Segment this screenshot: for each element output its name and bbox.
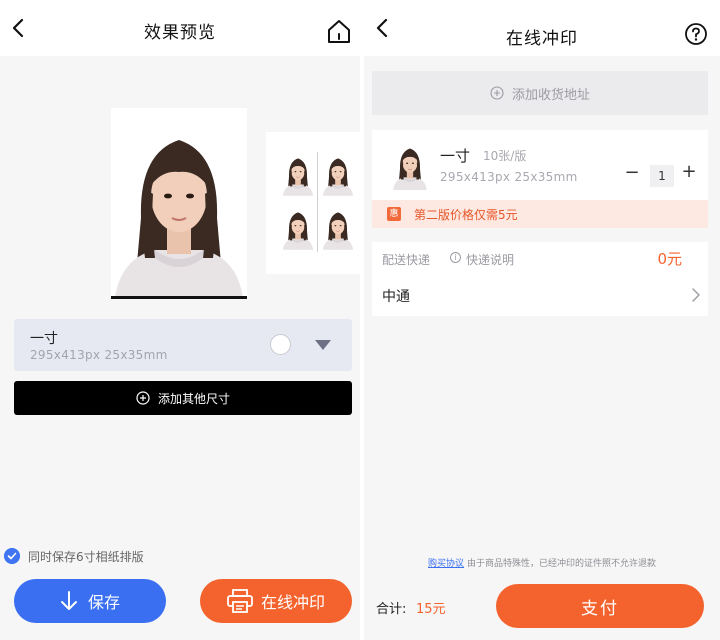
pay-button[interactable]: 支付 — [496, 584, 704, 628]
sheets-per-print: 10张/版 — [483, 149, 527, 163]
purchase-agreement-link[interactable]: 购买协议 — [428, 559, 464, 569]
promo-text: 第二版价格仅需5元 — [414, 208, 518, 222]
chevron-right-icon[interactable] — [692, 288, 700, 302]
order-photo-thumbnail — [390, 146, 430, 190]
sync-save-label[interactable]: 同时保存6寸相纸排版 — [28, 548, 144, 565]
total-value: 15元 — [416, 602, 446, 617]
quantity-decrease-button[interactable]: − — [624, 164, 640, 182]
sheet-photo — [280, 154, 316, 198]
sheet-photo — [320, 208, 356, 252]
total-label: 合计: — [376, 602, 407, 617]
quantity-increase-button[interactable]: + — [681, 163, 697, 182]
caret-down-icon[interactable] — [314, 339, 332, 351]
sheet-divider — [317, 152, 318, 252]
home-icon[interactable] — [326, 18, 352, 44]
shipping-info-link[interactable]: 快递说明 — [466, 251, 514, 268]
sheet-photo — [280, 208, 316, 252]
photo-bottom-edge — [111, 296, 247, 299]
printer-icon — [227, 589, 253, 613]
id-photo-preview — [111, 108, 247, 298]
add-address-label: 添加收货地址 — [511, 87, 590, 103]
shipping-card: 配送快递 i 快递说明 0元 中通 — [372, 242, 708, 316]
order-dimensions: 295x413px 25x35mm — [440, 170, 578, 184]
save-label: 保存 — [87, 593, 120, 612]
size-selector[interactable]: 一寸 295x413px 25x35mm — [14, 319, 352, 371]
left-screen-preview: 效果预览 一寸 295x413px 25x35mm 添加其他尺寸 同时保存6寸相… — [0, 0, 360, 640]
preview-header: 效果预览 — [0, 0, 360, 56]
background-color-radio[interactable] — [270, 334, 291, 355]
quantity-value[interactable]: 1 — [650, 165, 674, 187]
shipping-fee: 0元 — [657, 250, 682, 268]
plus-circle-icon — [490, 86, 504, 100]
print-header: 在线冲印 — [364, 0, 720, 56]
online-print-button[interactable]: 在线冲印 — [200, 579, 352, 623]
add-address-button[interactable]: 添加收货地址 — [372, 71, 708, 115]
size-dimensions: 295x413px 25x35mm — [30, 348, 168, 362]
download-icon — [60, 591, 77, 610]
help-circle-icon[interactable] — [684, 22, 708, 46]
plus-circle-icon — [136, 391, 150, 405]
print-label: 在线冲印 — [260, 593, 325, 612]
purchase-agreement-notice: 购买协议 由于商品特殊性，已经冲印的证件照不允许退款 — [364, 556, 720, 569]
print-sheet-preview[interactable] — [266, 132, 360, 274]
check-circle-icon[interactable] — [4, 548, 20, 564]
right-screen-online-print: 在线冲印 添加收货地址 一寸 10张/版 295x413px 25x35mm −… — [364, 0, 720, 640]
refund-policy-text: 由于商品特殊性，已经冲印的证件照不允许退款 — [466, 559, 656, 569]
courier-selector[interactable]: 中通 — [382, 286, 410, 306]
info-icon[interactable]: i — [450, 252, 461, 263]
order-item-card: 一寸 10张/版 295x413px 25x35mm − 1 + 惠 第二版价格… — [372, 130, 708, 228]
save-button[interactable]: 保存 — [14, 579, 166, 623]
add-other-size-button[interactable]: 添加其他尺寸 — [14, 381, 352, 415]
promo-banner: 惠 第二版价格仅需5元 — [372, 200, 708, 228]
discount-icon: 惠 — [387, 207, 401, 221]
page-title: 效果预览 — [144, 23, 216, 43]
shipping-label: 配送快递 — [382, 253, 431, 267]
order-size-name: 一寸 — [440, 147, 471, 165]
sheet-photo — [320, 154, 356, 198]
add-size-label: 添加其他尺寸 — [157, 391, 230, 406]
size-name: 一寸 — [30, 331, 58, 347]
page-title: 在线冲印 — [506, 29, 578, 49]
